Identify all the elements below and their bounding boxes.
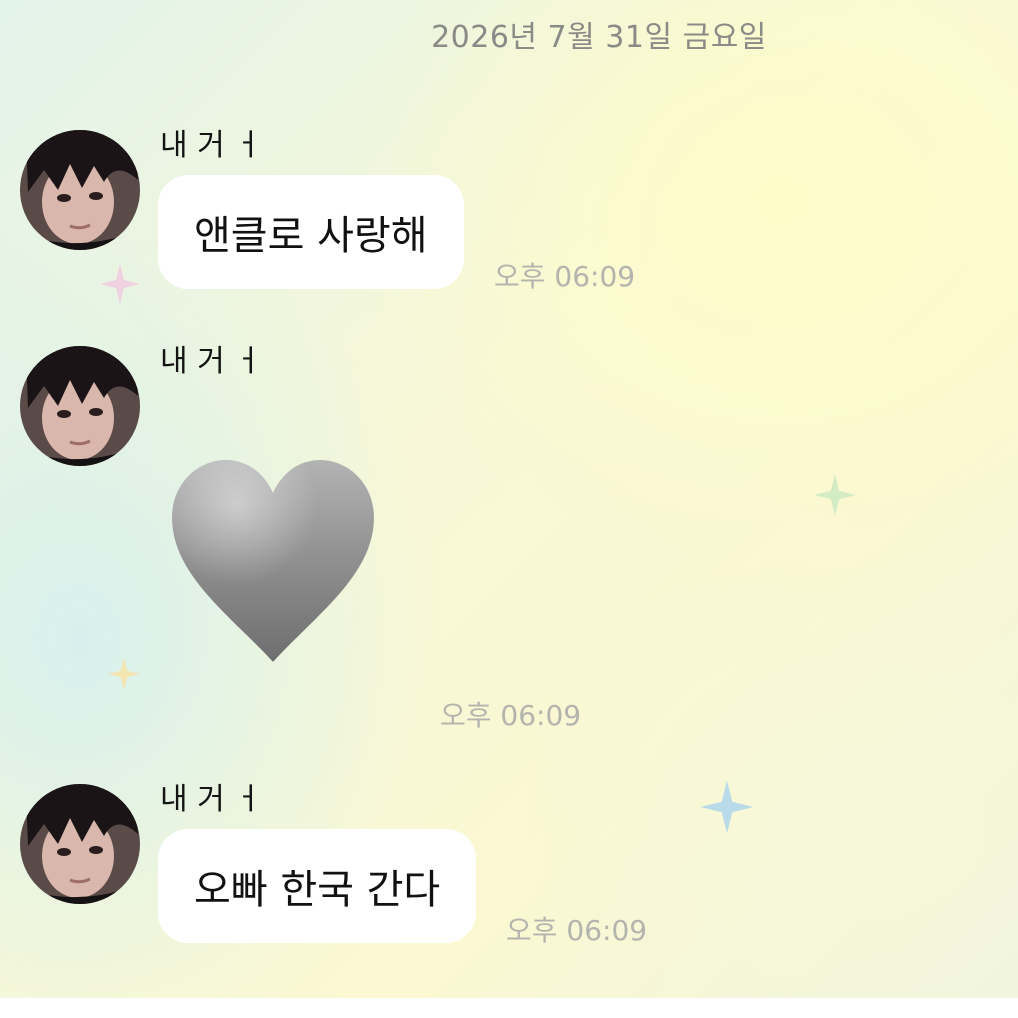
sender-name: 내 거 ㅓ bbox=[160, 344, 262, 379]
bottom-edge bbox=[0, 998, 1018, 1018]
profile-photo bbox=[20, 130, 140, 250]
avatar[interactable] bbox=[20, 346, 140, 466]
sender-name: 내 거 ㅓ bbox=[160, 782, 262, 817]
message-time: 오후 06:09 bbox=[494, 260, 636, 293]
sparkle-decoration bbox=[700, 780, 754, 834]
avatar[interactable] bbox=[20, 130, 140, 250]
chat-room-background: 2026년 7월 31일 금요일 내 거 ㅓ 앤클로 사랑해 오후 06:09 … bbox=[0, 0, 1018, 998]
sparkle-decoration bbox=[107, 657, 141, 691]
message-time: 오후 06:09 bbox=[506, 914, 648, 947]
avatar[interactable] bbox=[20, 784, 140, 904]
profile-photo bbox=[20, 346, 140, 466]
message-bubble[interactable]: 오빠 한국 간다 bbox=[158, 829, 477, 943]
message-bubble[interactable]: 앤클로 사랑해 bbox=[158, 175, 464, 289]
message-text: 오빠 한국 간다 bbox=[194, 867, 441, 913]
grey-heart-icon[interactable] bbox=[170, 460, 376, 666]
date-header: 2026년 7월 31일 금요일 bbox=[431, 20, 767, 55]
sparkle-decoration bbox=[100, 264, 140, 304]
message-text: 앤클로 사랑해 bbox=[194, 213, 428, 259]
sender-name: 내 거 ㅓ bbox=[160, 128, 262, 163]
message-time: 오후 06:09 bbox=[440, 699, 582, 732]
sparkle-decoration bbox=[814, 474, 856, 516]
profile-photo bbox=[20, 784, 140, 904]
